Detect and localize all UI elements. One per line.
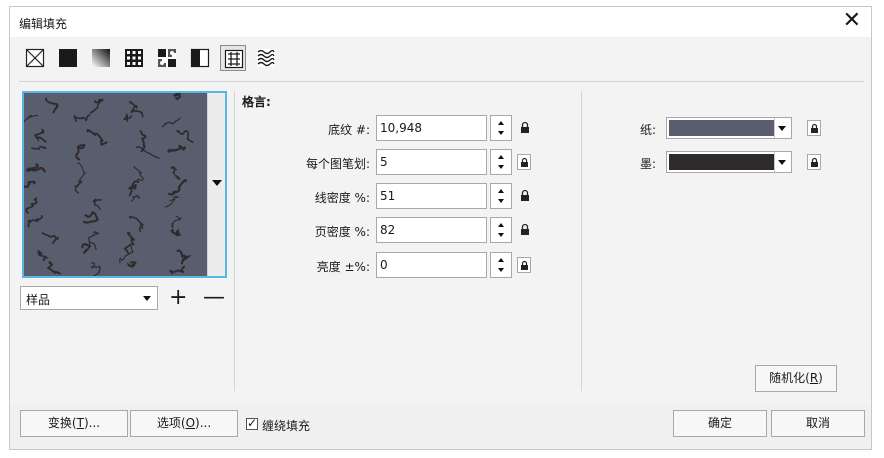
brightness-label: 亮度 ±%: (316, 260, 370, 274)
vector-pattern-button[interactable] (121, 45, 147, 71)
texture-pattern-image (24, 93, 208, 276)
chevron-down-icon (212, 180, 222, 186)
brightness-value: 0 (380, 258, 388, 272)
arrow-down-icon (498, 199, 504, 203)
strokes-per-pattern-label: 每个图笔划: (305, 157, 370, 171)
close-icon[interactable]: ✕ (843, 8, 861, 34)
arrow-down-icon (498, 165, 504, 169)
texture-library-select[interactable]: 样品 (20, 286, 158, 310)
texture-number-label: 底纹 #: (328, 123, 370, 137)
remove-texture-button[interactable]: — (203, 287, 225, 309)
vector-pattern-icon (125, 49, 143, 67)
line-density-input[interactable]: 51 (376, 183, 487, 209)
ink-color-swatch (669, 154, 775, 170)
wrap-fill-checkbox-box[interactable]: ✓ (246, 416, 258, 430)
options-accesskey: O (185, 416, 196, 430)
transform-label: 变换 (47, 416, 72, 430)
page-density-spinner[interactable] (490, 217, 512, 243)
arrow-up-icon (498, 223, 504, 227)
arrow-up-icon (498, 155, 504, 159)
options-label: 选项 (156, 416, 181, 430)
texture-fill-button[interactable] (220, 45, 246, 71)
randomize-button[interactable]: 随机化(R) (755, 365, 837, 392)
texture-number-value: 10,948 (380, 121, 422, 135)
paper-color-swatch (669, 120, 775, 136)
arrow-up-icon (498, 121, 504, 125)
arrow-down-icon (498, 268, 504, 272)
add-texture-button[interactable]: + (169, 287, 187, 309)
strokes-per-pattern-value: 5 (380, 155, 388, 169)
two-color-pattern-icon (190, 48, 210, 68)
wrap-fill-label: 缠绕填充 (262, 419, 311, 433)
line-density-label: 线密度 %: (314, 191, 370, 205)
strokes-per-pattern-spinner[interactable] (490, 149, 512, 175)
lock-icon[interactable] (517, 154, 531, 170)
brightness-input[interactable]: 0 (376, 252, 487, 278)
randomize-label: 随机化 (769, 371, 806, 385)
ok-button[interactable]: 确定 (673, 410, 767, 437)
chevron-down-icon (778, 126, 786, 131)
checkmark-icon: ✓ (247, 416, 258, 430)
texture-preview[interactable] (22, 91, 227, 278)
ink-color-label: 墨: (640, 157, 657, 171)
fountain-fill-button[interactable] (88, 45, 114, 71)
texture-name-label: 格言: (242, 95, 271, 109)
line-density-value: 51 (380, 189, 396, 203)
arrow-down-icon (498, 233, 504, 237)
title-bar: 编辑填充 ✕ (10, 7, 871, 37)
bitmap-pattern-icon (158, 49, 176, 67)
texture-number-spinner[interactable] (490, 115, 512, 141)
two-color-pattern-button[interactable] (187, 45, 213, 71)
lock-icon[interactable] (519, 121, 531, 135)
options-button[interactable]: 选项(O)... (130, 410, 238, 437)
texture-library-value: 样品 (26, 293, 51, 307)
page-density-value: 82 (380, 223, 396, 237)
paper-color-picker[interactable] (666, 117, 792, 139)
page-density-input[interactable]: 82 (376, 217, 487, 243)
dialog-title: 编辑填充 (19, 17, 68, 31)
lock-icon[interactable] (517, 257, 531, 273)
texture-list-dropdown-button[interactable] (207, 93, 225, 276)
arrow-up-icon (498, 258, 504, 262)
paper-color-label: 纸: (640, 123, 657, 137)
lock-icon[interactable] (519, 189, 531, 203)
edit-fill-dialog: 编辑填充 ✕ 样品 + — 格言: 底纹 #: 10,948 每个图笔划: 5 … (9, 6, 872, 450)
lock-icon[interactable] (807, 120, 821, 136)
bitmap-pattern-button[interactable] (154, 45, 180, 71)
transform-accesskey: T (76, 416, 84, 430)
uniform-fill-button[interactable] (55, 45, 81, 71)
ink-color-dropdown[interactable] (774, 152, 791, 172)
page-density-label: 页密度 %: (314, 225, 370, 239)
postscript-fill-icon (257, 49, 275, 67)
line-density-spinner[interactable] (490, 183, 512, 209)
lock-icon[interactable] (519, 223, 531, 237)
ink-color-picker[interactable] (666, 151, 792, 173)
paper-color-dropdown[interactable] (774, 118, 791, 138)
arrow-up-icon (498, 189, 504, 193)
transform-button[interactable]: 变换(T)... (20, 410, 128, 437)
arrow-down-icon (498, 131, 504, 135)
lock-icon[interactable] (807, 154, 821, 170)
brightness-spinner[interactable] (490, 252, 512, 278)
uniform-fill-icon (59, 49, 77, 67)
cancel-button[interactable]: 取消 (771, 410, 865, 437)
fountain-fill-icon (92, 49, 110, 67)
toolbar-divider (19, 81, 864, 82)
texture-fill-icon (224, 49, 244, 69)
randomize-accesskey: R (809, 371, 819, 385)
postscript-fill-button[interactable] (253, 45, 279, 71)
right-column-divider (581, 91, 582, 391)
no-fill-button[interactable] (22, 45, 48, 71)
texture-number-input[interactable]: 10,948 (376, 115, 487, 141)
no-fill-icon (25, 48, 45, 68)
strokes-per-pattern-input[interactable]: 5 (376, 149, 487, 175)
chevron-down-icon (778, 160, 786, 165)
chevron-down-icon (143, 296, 151, 301)
